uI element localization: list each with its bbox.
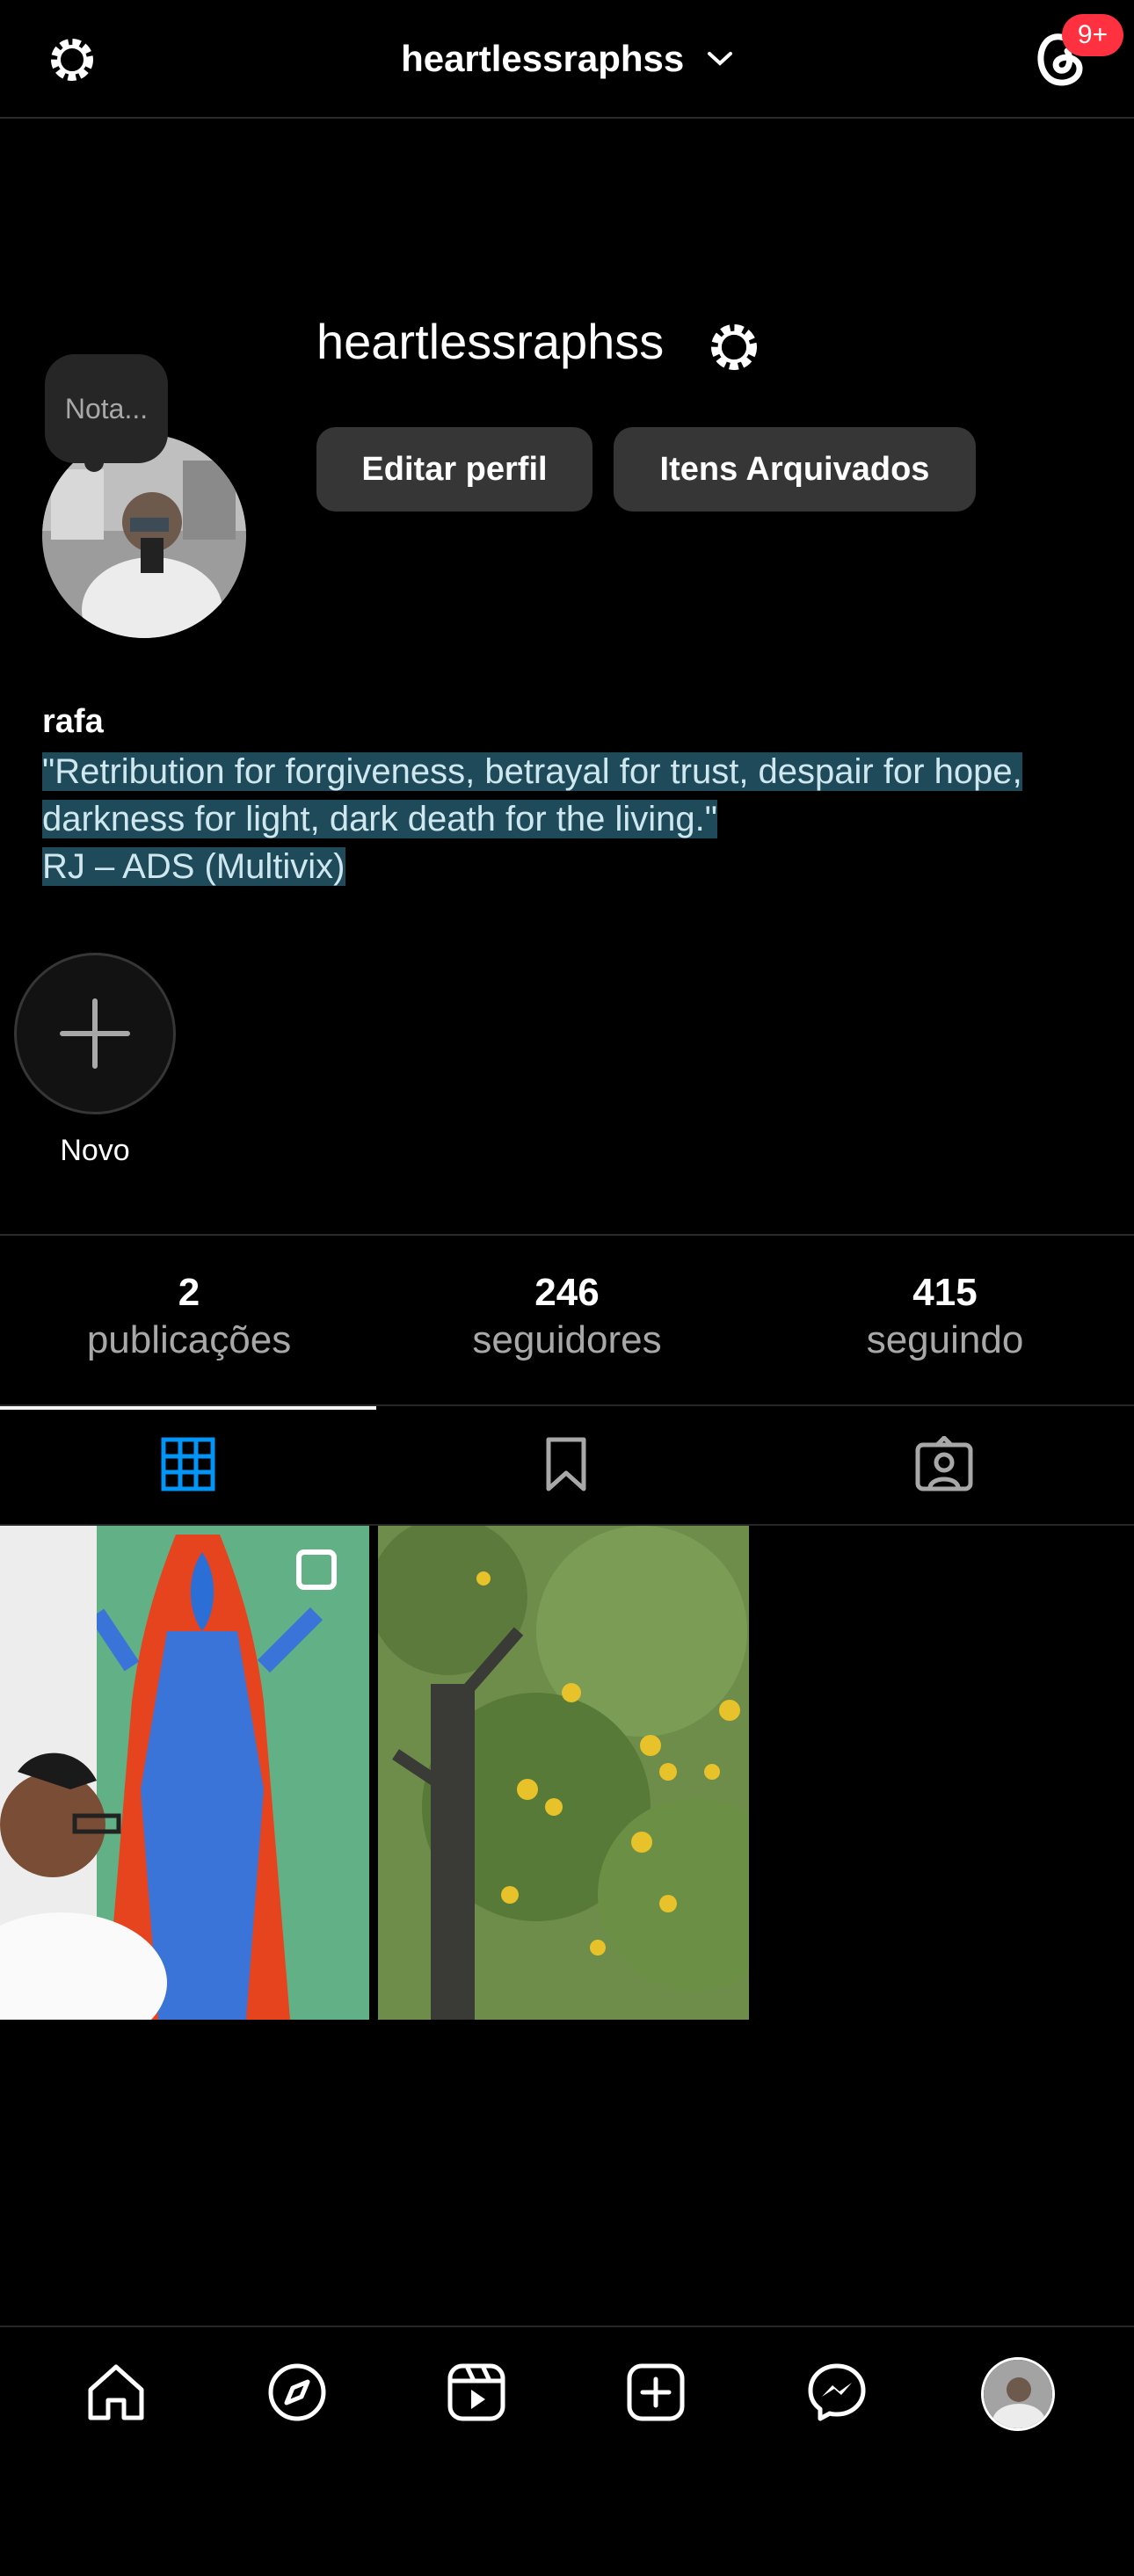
plus-icon	[60, 998, 130, 1069]
create-icon[interactable]	[621, 2357, 691, 2427]
stat-value: 415	[912, 1271, 978, 1314]
edit-profile-button[interactable]: Editar perfil	[316, 427, 592, 512]
profile-username: heartlessraphss	[316, 314, 665, 369]
display-name: rafa	[42, 703, 104, 740]
stat-following[interactable]: 415 seguindo	[756, 1271, 1134, 1362]
new-highlight-button[interactable]	[14, 953, 176, 1114]
note-bubble[interactable]: Nota...	[45, 354, 168, 463]
divider	[0, 2326, 1134, 2327]
archived-items-button[interactable]: Itens Arquivados	[614, 427, 976, 512]
chevron-down-icon	[707, 50, 733, 68]
home-icon[interactable]	[81, 2357, 151, 2427]
grid-icon	[161, 1437, 215, 1491]
new-highlight-label: Novo	[60, 1134, 130, 1167]
account-switcher[interactable]: heartlessraphss	[0, 35, 1134, 80]
post-thumbnail[interactable]	[0, 1526, 369, 2020]
messenger-icon[interactable]	[802, 2357, 872, 2427]
tagged-icon	[915, 1436, 973, 1491]
notification-badge: 9+	[1062, 14, 1123, 56]
note-bubble-tail	[84, 453, 104, 472]
stat-label: seguidores	[472, 1318, 662, 1361]
active-tab-indicator	[0, 1406, 376, 1410]
stat-value: 2	[178, 1271, 200, 1314]
tab-tagged[interactable]	[914, 1436, 974, 1492]
tab-posts-grid[interactable]	[160, 1436, 216, 1492]
divider	[0, 1234, 1134, 1236]
account-username: heartlessraphss	[401, 37, 685, 79]
stat-followers[interactable]: 246 seguidores	[378, 1271, 756, 1362]
stat-label: seguindo	[866, 1318, 1024, 1361]
stat-value: 246	[534, 1271, 600, 1314]
settings-gear-icon[interactable]	[700, 313, 768, 381]
bio-line: "Retribution for forgiveness, betrayal f…	[42, 752, 1022, 791]
stat-label: publicações	[86, 1318, 292, 1361]
post-thumbnail[interactable]	[378, 1526, 749, 2020]
bio-line: darkness for light, dark death for the l…	[42, 800, 717, 838]
saved-icon	[546, 1437, 586, 1491]
reels-icon[interactable]	[441, 2357, 512, 2427]
stat-posts[interactable]: 2 publicações	[0, 1271, 378, 1362]
bio-line: RJ – ADS (Multivix)	[42, 847, 345, 886]
top-bar: heartlessraphss 9+	[0, 0, 1134, 119]
profile-avatar[interactable]	[981, 2357, 1055, 2431]
explore-icon[interactable]	[262, 2357, 332, 2427]
tab-saved[interactable]	[538, 1436, 594, 1492]
profile-avatar[interactable]	[42, 434, 246, 638]
